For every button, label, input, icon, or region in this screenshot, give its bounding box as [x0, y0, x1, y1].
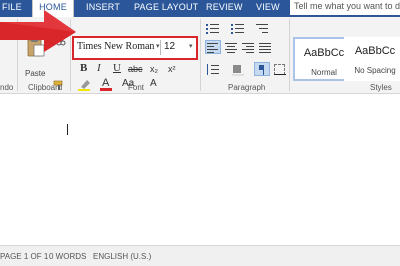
strikethrough-button[interactable]: abc: [128, 63, 143, 75]
combobox-divider: [160, 40, 161, 55]
group-label-paragraph: Paragraph: [228, 83, 266, 92]
word-count-status[interactable]: 0 WORDS: [49, 252, 86, 261]
multilevel-list-icon[interactable]: [256, 22, 270, 34]
align-center-icon[interactable]: [224, 41, 238, 53]
text-cursor: [67, 124, 68, 135]
document-canvas[interactable]: [0, 95, 400, 245]
tab-view[interactable]: VIEW: [256, 0, 280, 17]
tell-me-search-box[interactable]: Tell me what you want to do: [290, 0, 400, 15]
shading-icon[interactable]: [231, 63, 245, 76]
status-bar: PAGE 1 OF 1 0 WORDS ENGLISH (U.S.): [0, 245, 400, 266]
superscript-button[interactable]: x²: [168, 63, 176, 75]
font-name-combobox[interactable]: Times New Roman: [77, 41, 154, 52]
style-sample-text: AaBbCc: [354, 45, 396, 57]
font-selector-highlight: Times New Roman ▾ 12 ▾: [72, 36, 198, 60]
borders-icon[interactable]: [273, 63, 287, 75]
chevron-down-icon[interactable]: ▾: [156, 42, 160, 50]
text-highlight-icon[interactable]: [78, 79, 92, 91]
chevron-down-icon[interactable]: ▾: [189, 42, 193, 50]
red-arrow-annotation: [0, 10, 76, 52]
italic-button[interactable]: I: [97, 62, 101, 74]
language-status[interactable]: ENGLISH (U.S.): [93, 252, 151, 261]
group-separator: [200, 19, 201, 91]
group-separator: [289, 19, 290, 91]
align-left-icon[interactable]: [205, 40, 221, 54]
font-color-swatch: [100, 88, 112, 91]
font-size-combobox[interactable]: 12: [164, 41, 175, 52]
group-label-styles: Styles: [370, 83, 392, 92]
style-name-label: No Spacing: [354, 66, 396, 75]
bullets-icon[interactable]: [206, 22, 220, 34]
bold-button[interactable]: B: [80, 62, 87, 74]
group-label-undo: ndo: [0, 83, 14, 92]
align-right-icon[interactable]: [241, 41, 255, 53]
group-label-font: Font: [128, 83, 145, 92]
tab-page-layout[interactable]: PAGE LAYOUT: [134, 0, 198, 17]
tab-review[interactable]: REVIEW: [206, 0, 243, 17]
clear-formatting-button[interactable]: A: [150, 78, 157, 89]
justify-icon[interactable]: [258, 41, 272, 53]
paragraph-marks-icon[interactable]: [254, 62, 270, 76]
subscript-button[interactable]: x₂: [150, 63, 158, 75]
line-spacing-icon[interactable]: [206, 63, 220, 75]
paste-button-label[interactable]: Paste: [25, 69, 45, 78]
tab-insert[interactable]: INSERT: [86, 0, 120, 17]
page-count-status[interactable]: PAGE 1 OF 1: [0, 252, 48, 261]
numbering-icon[interactable]: [231, 22, 245, 34]
style-no-spacing[interactable]: AaBbCc No Spacing: [344, 37, 400, 81]
underline-button[interactable]: U: [113, 62, 121, 74]
group-label-clipboard: Clipboard: [28, 83, 63, 92]
